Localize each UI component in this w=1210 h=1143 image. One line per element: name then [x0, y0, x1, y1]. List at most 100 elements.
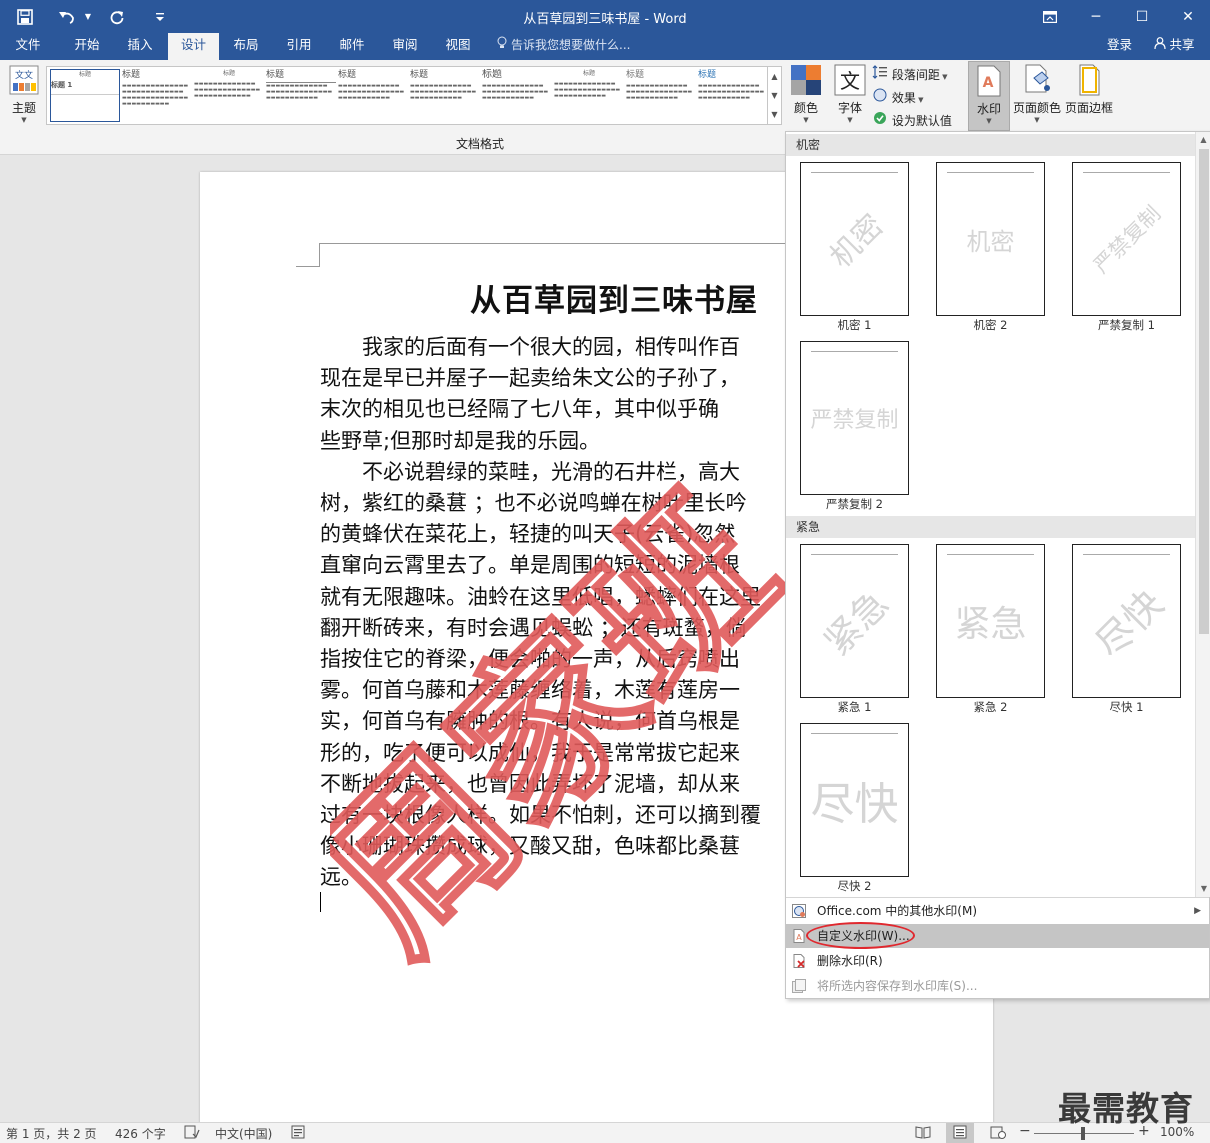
- page-color-button[interactable]: 页面颜色 ▼: [1012, 64, 1062, 130]
- doc-line[interactable]: 翻开断砖来，有时会遇见蜈蚣 ；还有斑蝥，倘: [320, 612, 747, 642]
- doc-line[interactable]: 的黄蜂伏在菜花上，轻捷的叫天子(云雀)忽然: [320, 518, 735, 548]
- document-format-gallery[interactable]: 标题 标题 1 标题 ▬▬▬▬▬▬▬▬▬▬▬▬▬▬ ▬▬▬▬▬▬▬▬▬▬▬▬▬ …: [46, 66, 768, 125]
- gallery-style-1[interactable]: 标题 标题 1: [50, 69, 120, 122]
- gallery-down-icon[interactable]: ▼: [768, 86, 781, 105]
- watermark-thumb-nocopy-1[interactable]: 严禁复制: [1072, 162, 1181, 316]
- doc-line[interactable]: 雾。何首乌藤和木莲藤缠络着，木莲有莲房一: [320, 674, 740, 704]
- theme-button[interactable]: 文文 主题 ▼: [6, 65, 42, 131]
- menu-item-save-to-gallery: 将所选内容保存到水印库(S)...: [786, 974, 1209, 998]
- gallery-style-7[interactable]: 标题 ▬▬▬▬▬▬▬▬▬▬▬▬▬ ▬▬▬▬▬▬▬▬▬▬▬▬▬▬ ▬▬▬▬▬▬▬▬…: [482, 69, 552, 122]
- doc-line[interactable]: 就有无限趣味。油蛉在这里低唱，蟋蟀们在这里: [320, 581, 761, 611]
- gallery-style-2[interactable]: 标题 ▬▬▬▬▬▬▬▬▬▬▬▬▬▬ ▬▬▬▬▬▬▬▬▬▬▬▬▬ ▬▬▬▬▬▬▬▬…: [122, 69, 192, 122]
- menu-item-custom-watermark[interactable]: A 自定义水印(W)...: [786, 922, 1209, 949]
- scroll-down-icon[interactable]: ▼: [1196, 881, 1210, 897]
- tab-references[interactable]: 引用: [274, 33, 324, 60]
- page-border-button[interactable]: 页面边框: [1064, 64, 1114, 130]
- gallery-more-icon[interactable]: ▼: [768, 105, 781, 124]
- tab-review[interactable]: 审阅: [380, 33, 430, 60]
- doc-line[interactable]: 直窜向云霄里去了。单是周围的短短的泥墙根: [320, 549, 740, 579]
- page-count[interactable]: 第 1 页，共 2 页: [6, 1125, 97, 1142]
- doc-line[interactable]: 远。: [320, 861, 362, 891]
- language[interactable]: 中文(中国): [215, 1125, 272, 1142]
- page-border-icon: [1079, 64, 1100, 96]
- doc-line[interactable]: 我家的后面有一个很大的园，相传叫作百: [320, 331, 740, 361]
- doc-line[interactable]: 像小珊瑚珠攒成球，又酸又甜，色味都比桑葚: [320, 830, 740, 860]
- text-cursor: [320, 892, 321, 912]
- ribbon-tabs: 文件 开始 插入 设计 布局 引用 邮件 审阅 视图 告诉我您想要做什么... …: [0, 33, 1210, 60]
- watermark-label: 水印: [976, 102, 1001, 116]
- word-count[interactable]: 426 个字: [115, 1125, 166, 1142]
- theme-label: 主题: [11, 101, 36, 115]
- doc-line[interactable]: 形的，吃了便可以成仙，我于是常常拔它起来: [320, 737, 740, 767]
- fonts-button[interactable]: 文 字体 ▼: [832, 64, 868, 130]
- watermark-thumb-nocopy-2[interactable]: 严禁复制: [800, 341, 909, 495]
- doc-line[interactable]: 树，紫红的桑葚 ；也不必说鸣蝉在树叶里长吟: [320, 487, 747, 517]
- watermark-thumb-confidential-2[interactable]: 机密: [936, 162, 1045, 316]
- status-bar: 第 1 页，共 2 页 426 个字 中文(中国) − + 100%: [0, 1122, 1210, 1143]
- signin-link[interactable]: 登录: [1107, 33, 1132, 57]
- tab-design[interactable]: 设计: [168, 33, 219, 60]
- web-layout-icon[interactable]: [990, 1125, 1006, 1142]
- paragraph-spacing-button[interactable]: 段落间距 ▼: [872, 65, 947, 83]
- tab-layout[interactable]: 布局: [221, 33, 271, 60]
- watermark-thumb-urgent-1[interactable]: 紧急: [800, 544, 909, 698]
- watermark-icon: A: [977, 65, 1001, 97]
- office-globe-icon: [792, 904, 806, 918]
- gallery-style-9[interactable]: 标题 ▬▬▬▬▬▬▬▬▬▬▬▬▬ ▬▬▬▬▬▬▬▬▬▬▬▬▬▬ ▬▬▬▬▬▬▬▬…: [626, 69, 696, 122]
- doc-line[interactable]: 现在是早已并屋子一起卖给朱文公的子孙了，: [320, 362, 740, 392]
- ribbon-display-icon[interactable]: [1027, 0, 1073, 33]
- tab-view[interactable]: 视图: [433, 33, 483, 60]
- title-bar: ▼ 从百草园到三味书屋 - Word ─ ☐ ✕: [0, 0, 1210, 33]
- tab-insert[interactable]: 插入: [115, 33, 165, 60]
- person-icon: [1153, 37, 1170, 52]
- gallery-style-3[interactable]: 标题 ▬▬▬▬▬▬▬▬▬▬▬▬▬ ▬▬▬▬▬▬▬▬▬▬▬▬▬▬ ▬▬▬▬▬▬▬▬…: [194, 69, 264, 122]
- tab-file[interactable]: 文件: [4, 33, 52, 60]
- doc-line[interactable]: 些野草;但那时却是我的乐园。: [320, 425, 600, 455]
- minimize-button[interactable]: ─: [1073, 0, 1119, 33]
- effects-button[interactable]: 效果 ▼: [872, 88, 923, 106]
- gallery-scrollbar[interactable]: ▲ ▼: [1195, 132, 1210, 897]
- gallery-style-8[interactable]: 标题 ▬▬▬▬▬▬▬▬▬▬▬▬▬ ▬▬▬▬▬▬▬▬▬▬▬▬▬▬ ▬▬▬▬▬▬▬▬…: [554, 69, 624, 122]
- doc-line[interactable]: 指按住它的脊梁，便会啪的一声，从后窍喷出: [320, 643, 740, 673]
- doc-line[interactable]: 过有一块根像人样。如果不怕刺，还可以摘到覆: [320, 799, 761, 829]
- page-border-label: 页面边框: [1064, 101, 1113, 115]
- watermark-thumb-urgent-2[interactable]: 紧急: [936, 544, 1045, 698]
- thumb-caption: 紧急 2: [973, 700, 1008, 714]
- gallery-style-10[interactable]: 标题 ▬▬▬▬▬▬▬▬▬▬▬▬▬ ▬▬▬▬▬▬▬▬▬▬▬▬▬▬ ▬▬▬▬▬▬▬▬…: [698, 69, 768, 122]
- read-mode-icon[interactable]: [915, 1125, 931, 1142]
- maximize-button[interactable]: ☐: [1119, 0, 1165, 33]
- thumb-caption: 尽快 1: [1109, 700, 1144, 714]
- section-header-urgent: 紧急: [786, 516, 1195, 538]
- gallery-scroll[interactable]: ▲ ▼ ▼: [768, 66, 782, 125]
- proofing-icon[interactable]: [184, 1125, 200, 1142]
- gallery-up-icon[interactable]: ▲: [768, 67, 781, 86]
- doc-line[interactable]: 末次的相见也已经隔了七八年，其中似乎确: [320, 393, 719, 423]
- share-button[interactable]: 共享: [1145, 35, 1203, 56]
- macro-icon[interactable]: [291, 1125, 305, 1142]
- scroll-up-icon[interactable]: ▲: [1196, 132, 1210, 148]
- tab-home[interactable]: 开始: [62, 33, 112, 60]
- scroll-thumb[interactable]: [1199, 149, 1209, 634]
- menu-item-more-watermarks[interactable]: Office.com 中的其他水印(M) ▶: [786, 899, 1209, 923]
- gallery-style-5[interactable]: 标题 ▬▬▬▬▬▬▬▬▬▬▬▬▬ ▬▬▬▬▬▬▬▬▬▬▬▬▬▬ ▬▬▬▬▬▬▬▬…: [338, 69, 408, 122]
- gallery-style-4[interactable]: 标题 ▬▬▬▬▬▬▬▬▬▬▬▬▬ ▬▬▬▬▬▬▬▬▬▬▬▬▬▬ ▬▬▬▬▬▬▬▬…: [266, 69, 336, 122]
- menu-item-remove-watermark[interactable]: 删除水印(R): [786, 949, 1209, 973]
- svg-text:文文: 文文: [15, 69, 33, 81]
- gallery-style-6[interactable]: 标题 ▬▬▬▬▬▬▬▬▬▬▬▬▬ ▬▬▬▬▬▬▬▬▬▬▬▬▬▬ ▬▬▬▬▬▬▬▬…: [410, 69, 480, 122]
- document-title[interactable]: 从百草园到三味书屋: [470, 275, 758, 320]
- watermark-thumb-asap-2[interactable]: 尽快: [800, 723, 909, 877]
- watermark-thumb-confidential-1[interactable]: 机密: [800, 162, 909, 316]
- thumb-caption: 紧急 1: [837, 700, 872, 714]
- zoom-out-icon[interactable]: −: [1019, 1123, 1031, 1139]
- doc-line[interactable]: 实，何首乌有臃肿的根。有人说，何首乌根是: [320, 705, 740, 735]
- doc-line[interactable]: 不必说碧绿的菜畦，光滑的石井栏，高大: [320, 456, 740, 486]
- set-default-button[interactable]: 设为默认值: [872, 111, 952, 129]
- watermark-thumb-asap-1[interactable]: 尽快: [1072, 544, 1181, 698]
- watermark-button[interactable]: A 水印 ▼: [968, 61, 1010, 131]
- print-layout-icon[interactable]: [946, 1123, 974, 1143]
- doc-line[interactable]: 不断地拔起来，也曾因此弄坏了泥墙，却从来: [320, 768, 740, 798]
- tell-me-box[interactable]: 告诉我您想要做什么...: [497, 33, 630, 60]
- tab-mailings[interactable]: 邮件: [327, 33, 377, 60]
- close-button[interactable]: ✕: [1165, 0, 1210, 33]
- colors-button[interactable]: 颜色 ▼: [788, 64, 824, 130]
